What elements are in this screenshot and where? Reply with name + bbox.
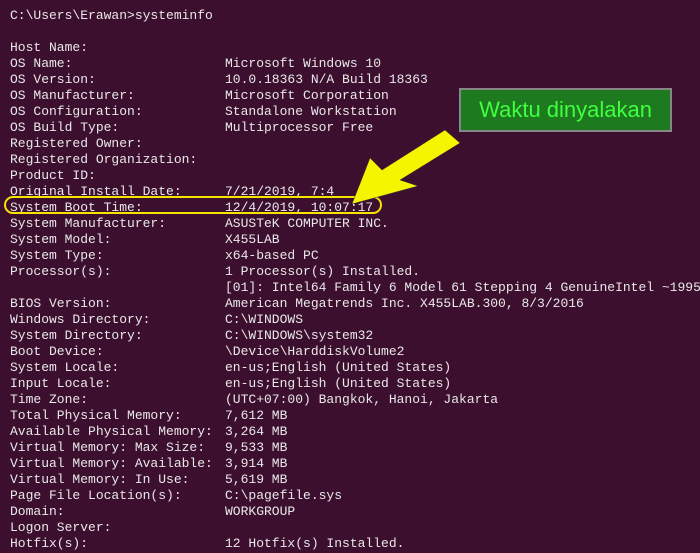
row-label: OS Name:: [10, 56, 225, 72]
systeminfo-output: Host Name:OS Name:Microsoft Windows 10OS…: [10, 40, 690, 552]
output-row: Available Physical Memory:3,264 MB: [10, 424, 690, 440]
row-label: Time Zone:: [10, 392, 225, 408]
row-label: Page File Location(s):: [10, 488, 225, 504]
row-value: WORKGROUP: [225, 504, 690, 520]
output-row: Domain:WORKGROUP: [10, 504, 690, 520]
output-row: Processor(s):1 Processor(s) Installed.: [10, 264, 690, 280]
row-value: [225, 168, 690, 184]
prompt-command: systeminfo: [135, 8, 213, 23]
row-label: Registered Organization:: [10, 152, 225, 168]
output-row: System Boot Time:12/4/2019, 10:07:17: [10, 200, 690, 216]
output-row: OS Configuration:Standalone Workstation: [10, 104, 690, 120]
row-label: Host Name:: [10, 40, 225, 56]
output-row: Logon Server:: [10, 520, 690, 536]
output-row: OS Version:10.0.18363 N/A Build 18363: [10, 72, 690, 88]
row-value: en-us;English (United States): [225, 360, 690, 376]
output-row: Virtual Memory: In Use:5,619 MB: [10, 472, 690, 488]
row-label: System Boot Time:: [10, 200, 225, 216]
output-row: Boot Device:\Device\HarddiskVolume2: [10, 344, 690, 360]
output-row: System Manufacturer:ASUSTeK COMPUTER INC…: [10, 216, 690, 232]
row-value: [01]: Intel64 Family 6 Model 61 Stepping…: [10, 280, 700, 296]
row-value: C:\WINDOWS\system32: [225, 328, 690, 344]
output-row: OS Manufacturer:Microsoft Corporation: [10, 88, 690, 104]
output-row: Page File Location(s):C:\pagefile.sys: [10, 488, 690, 504]
row-label: Original Install Date:: [10, 184, 225, 200]
row-value: [225, 520, 690, 536]
row-label: Product ID:: [10, 168, 225, 184]
row-value: 12 Hotfix(s) Installed.: [225, 536, 690, 552]
output-row: [01]: Intel64 Family 6 Model 61 Stepping…: [10, 280, 690, 296]
prompt-path: C:\Users\Erawan>: [10, 8, 135, 23]
output-row: Registered Owner:: [10, 136, 690, 152]
row-label: Processor(s):: [10, 264, 225, 280]
output-row: Input Locale:en-us;English (United State…: [10, 376, 690, 392]
row-label: Logon Server:: [10, 520, 225, 536]
row-label: System Model:: [10, 232, 225, 248]
output-row: System Type:x64-based PC: [10, 248, 690, 264]
row-value: x64-based PC: [225, 248, 690, 264]
row-label: Virtual Memory: Available:: [10, 456, 225, 472]
row-value: 12/4/2019, 10:07:17: [225, 200, 690, 216]
output-row: Time Zone:(UTC+07:00) Bangkok, Hanoi, Ja…: [10, 392, 690, 408]
row-label: OS Version:: [10, 72, 225, 88]
row-value: American Megatrends Inc. X455LAB.300, 8/…: [225, 296, 690, 312]
row-value: 5,619 MB: [225, 472, 690, 488]
output-row: Total Physical Memory:7,612 MB: [10, 408, 690, 424]
output-row: OS Name:Microsoft Windows 10: [10, 56, 690, 72]
row-label: Input Locale:: [10, 376, 225, 392]
output-row: OS Build Type:Multiprocessor Free: [10, 120, 690, 136]
output-row: Original Install Date:7/21/2019, 7:4: [10, 184, 690, 200]
row-value: C:\pagefile.sys: [225, 488, 690, 504]
command-prompt-line: C:\Users\Erawan>systeminfo: [10, 8, 690, 24]
row-label: Available Physical Memory:: [10, 424, 225, 440]
row-value: [225, 136, 690, 152]
row-label: Virtual Memory: Max Size:: [10, 440, 225, 456]
row-label: System Type:: [10, 248, 225, 264]
row-label: System Manufacturer:: [10, 216, 225, 232]
row-value: \Device\HarddiskVolume2: [225, 344, 690, 360]
row-label: OS Configuration:: [10, 104, 225, 120]
row-value: Microsoft Corporation: [225, 88, 690, 104]
row-value: Multiprocessor Free: [225, 120, 690, 136]
output-row: BIOS Version:American Megatrends Inc. X4…: [10, 296, 690, 312]
row-value: 3,914 MB: [225, 456, 690, 472]
row-value: 10.0.18363 N/A Build 18363: [225, 72, 690, 88]
row-label: System Directory:: [10, 328, 225, 344]
output-row: System Directory:C:\WINDOWS\system32: [10, 328, 690, 344]
row-value: [225, 40, 690, 56]
row-value: [225, 152, 690, 168]
output-row: System Locale:en-us;English (United Stat…: [10, 360, 690, 376]
output-row: Registered Organization:: [10, 152, 690, 168]
output-row: System Model:X455LAB: [10, 232, 690, 248]
row-value: Microsoft Windows 10: [225, 56, 690, 72]
row-label: Virtual Memory: In Use:: [10, 472, 225, 488]
row-label: System Locale:: [10, 360, 225, 376]
output-row: Virtual Memory: Available:3,914 MB: [10, 456, 690, 472]
output-row: Host Name:: [10, 40, 690, 56]
row-label: Hotfix(s):: [10, 536, 225, 552]
row-value: 7,612 MB: [225, 408, 690, 424]
row-value: 1 Processor(s) Installed.: [225, 264, 690, 280]
row-label: Registered Owner:: [10, 136, 225, 152]
row-value: C:\WINDOWS: [225, 312, 690, 328]
row-value: (UTC+07:00) Bangkok, Hanoi, Jakarta: [225, 392, 690, 408]
row-label: BIOS Version:: [10, 296, 225, 312]
row-label: Domain:: [10, 504, 225, 520]
row-value: X455LAB: [225, 232, 690, 248]
output-row: Virtual Memory: Max Size:9,533 MB: [10, 440, 690, 456]
row-value: ASUSTeK COMPUTER INC.: [225, 216, 690, 232]
row-label: Total Physical Memory:: [10, 408, 225, 424]
output-row: Product ID:: [10, 168, 690, 184]
row-label: Boot Device:: [10, 344, 225, 360]
row-label: OS Build Type:: [10, 120, 225, 136]
row-value: en-us;English (United States): [225, 376, 690, 392]
output-row: Hotfix(s):12 Hotfix(s) Installed.: [10, 536, 690, 552]
row-label: OS Manufacturer:: [10, 88, 225, 104]
row-value: 3,264 MB: [225, 424, 690, 440]
row-value: 9,533 MB: [225, 440, 690, 456]
row-value: 7/21/2019, 7:4: [225, 184, 690, 200]
output-row: Windows Directory:C:\WINDOWS: [10, 312, 690, 328]
row-label: Windows Directory:: [10, 312, 225, 328]
row-value: Standalone Workstation: [225, 104, 690, 120]
